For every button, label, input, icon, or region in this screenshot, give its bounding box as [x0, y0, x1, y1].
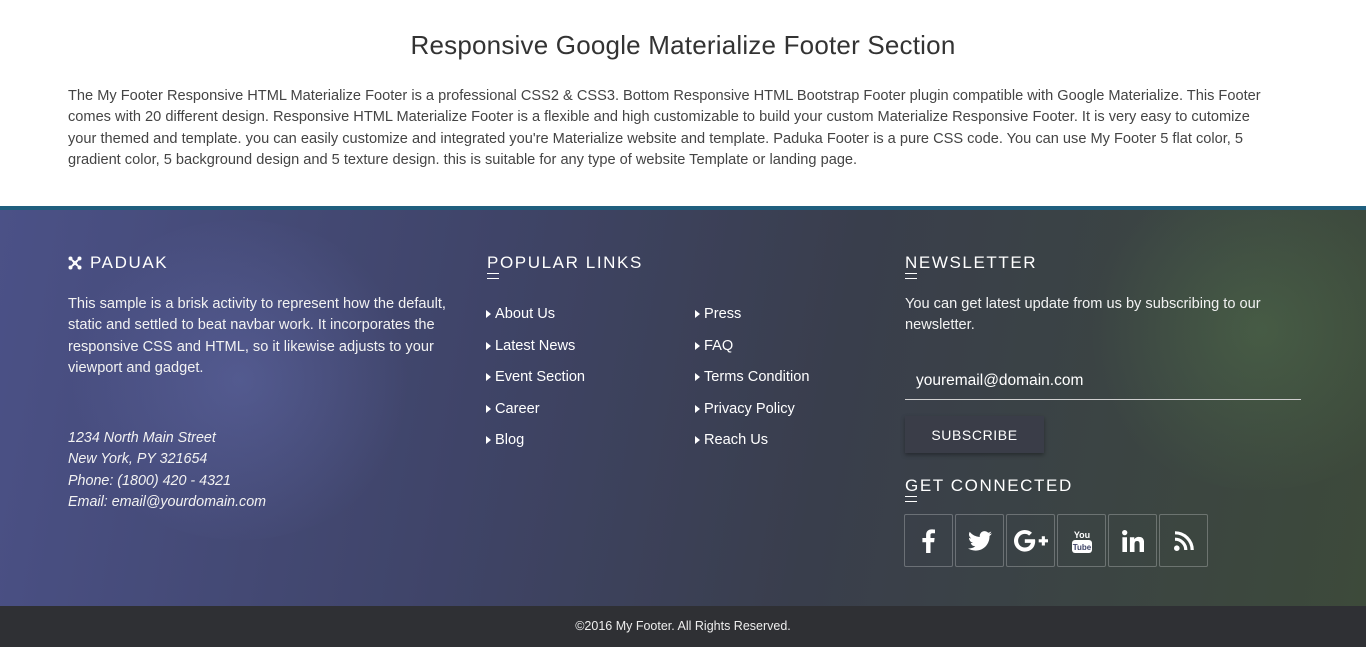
social-links: You Tube	[904, 514, 1208, 567]
newsletter-text: You can get latest update from us by sub…	[905, 296, 1261, 334]
svg-text:You: You	[1073, 530, 1089, 540]
intro-section: Responsive Google Materialize Footer Sec…	[0, 0, 1366, 206]
popular-links-column-2: Press FAQ Terms Condition Privacy Policy…	[695, 306, 809, 464]
caret-right-icon	[486, 341, 491, 350]
footer: PADUAK This sample is a brisk activity t…	[0, 206, 1366, 647]
brand-about: This sample is a brisk activity to repre…	[68, 296, 446, 376]
address-city: New York, PY 321654	[68, 451, 208, 468]
caret-right-icon	[695, 341, 700, 350]
caret-right-icon	[486, 436, 491, 444]
link-about-us[interactable]: About Us	[486, 306, 585, 338]
svg-text:Tube: Tube	[1072, 543, 1091, 552]
rss-icon	[1173, 530, 1194, 551]
page-title: Responsive Google Materialize Footer Sec…	[410, 30, 956, 60]
facebook-icon	[922, 528, 935, 553]
google-plus-icon	[1013, 529, 1048, 552]
address-email: Email: email@yourdomain.com	[68, 493, 267, 510]
link-privacy-policy[interactable]: Privacy Policy	[695, 401, 809, 433]
copyright-bar: ©2016 My Footer. All Rights Reserved.	[0, 606, 1366, 647]
link-press[interactable]: Press	[695, 306, 809, 338]
brand-name: PADUAK	[90, 253, 169, 272]
address-street: 1234 North Main Street	[68, 430, 216, 446]
link-reach-us[interactable]: Reach Us	[695, 432, 809, 464]
joomla-icon	[68, 256, 82, 270]
newsletter-title: NEWSLETTER	[905, 253, 1038, 279]
copyright-text: ©2016 My Footer. All Rights Reserved.	[575, 619, 791, 633]
background-glow	[1080, 210, 1366, 490]
intro-description: The My Footer Responsive HTML Materializ…	[68, 88, 1261, 168]
caret-right-icon	[695, 436, 700, 444]
subscribe-button[interactable]: SUBSCRIBE	[905, 416, 1044, 453]
linkedin-icon	[1121, 529, 1144, 552]
link-faq[interactable]: FAQ	[695, 338, 809, 370]
brand[interactable]: PADUAK	[68, 253, 168, 273]
linkedin-button[interactable]	[1108, 514, 1157, 567]
link-terms-condition[interactable]: Terms Condition	[695, 369, 809, 401]
caret-right-icon	[695, 373, 700, 381]
caret-right-icon	[486, 404, 491, 413]
rss-button[interactable]	[1159, 514, 1208, 567]
google-plus-button[interactable]	[1006, 514, 1055, 567]
link-event-section[interactable]: Event Section	[486, 369, 585, 401]
link-latest-news[interactable]: Latest News	[486, 338, 585, 370]
newsletter-email-input[interactable]	[905, 362, 1301, 400]
popular-links-title: POPULAR LINKS	[487, 253, 643, 279]
caret-right-icon	[486, 310, 491, 318]
youtube-button[interactable]: You Tube	[1057, 514, 1106, 567]
caret-right-icon	[695, 310, 700, 318]
facebook-button[interactable]	[904, 514, 953, 567]
link-career[interactable]: Career	[486, 401, 585, 433]
get-connected-title: GET CONNECTED	[905, 476, 1073, 502]
contact-address: 1234 North Main Street New York, PY 3216…	[68, 428, 266, 513]
twitter-icon	[967, 530, 992, 551]
link-blog[interactable]: Blog	[486, 432, 585, 464]
caret-right-icon	[486, 373, 491, 381]
address-phone: Phone: (1800) 420 - 4321	[68, 472, 231, 489]
youtube-icon: You Tube	[1071, 530, 1092, 553]
popular-links-column-1: About Us Latest News Event Section Caree…	[486, 306, 585, 464]
caret-right-icon	[695, 404, 700, 413]
twitter-button[interactable]	[955, 514, 1004, 567]
